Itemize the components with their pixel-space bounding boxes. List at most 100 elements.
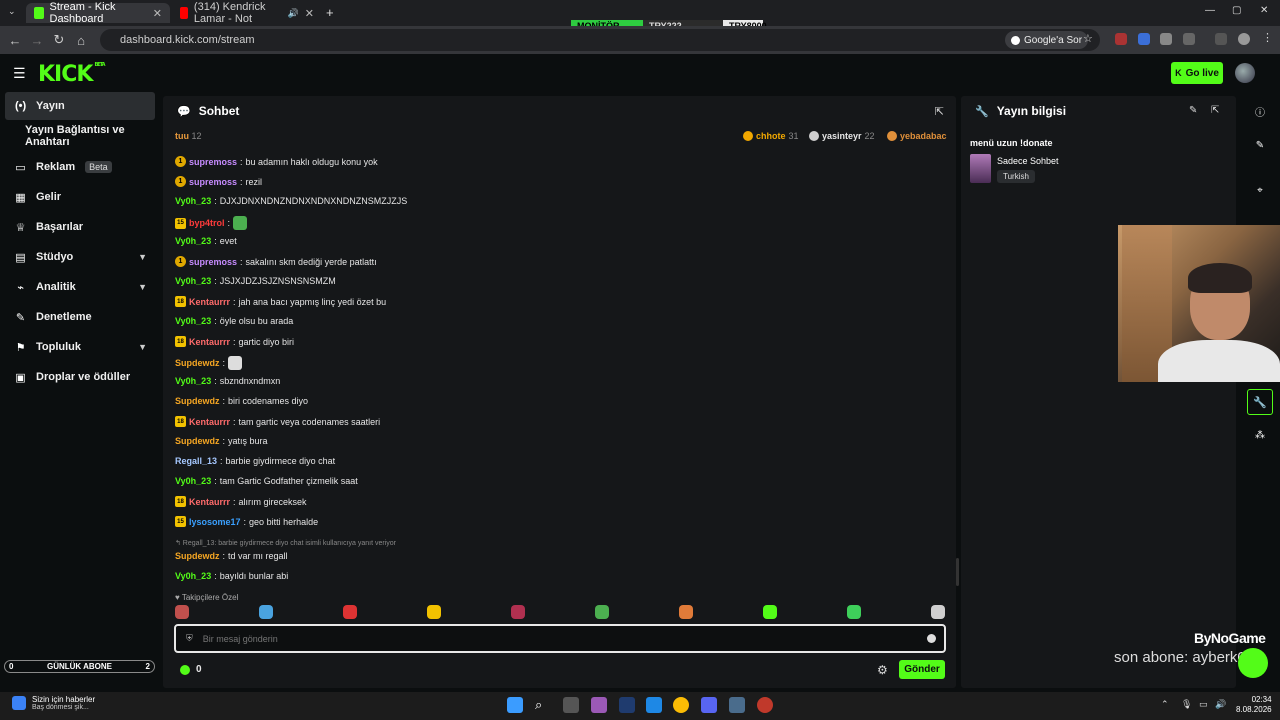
news-widget[interactable]: Sizin için haberler Baş dönmesi şik... xyxy=(12,695,95,711)
sidebar-item-topluluk[interactable]: ⚑ Topluluk ▼ xyxy=(5,333,155,361)
close-window-icon[interactable]: ✕ xyxy=(1260,5,1268,16)
chat-message[interactable]: Vy0h_23: DJXJDNXNDNZNDNXNDNXNDNZNSMZJZJS xyxy=(175,196,407,206)
chat-username[interactable]: Kentaurrr xyxy=(189,297,230,307)
task-view-icon[interactable] xyxy=(563,697,579,713)
edit-icon[interactable]: ✎ xyxy=(1189,105,1197,116)
chat-username[interactable]: lysosome17 xyxy=(189,517,241,527)
close-tab-icon[interactable]: ✕ xyxy=(305,7,314,20)
chat-message[interactable]: Vy0h_23: tam Gartic Godfather çizmelik sa… xyxy=(175,476,358,486)
puzzle-extension-icon[interactable] xyxy=(1183,33,1195,45)
chat-input-box[interactable]: ⛨ xyxy=(174,624,946,653)
maximize-icon[interactable]: ▢ xyxy=(1232,5,1241,16)
network-icon[interactable]: ▭ xyxy=(1199,699,1208,710)
chat-username[interactable]: Vy0h_23 xyxy=(175,196,211,206)
edge-icon[interactable] xyxy=(646,697,662,713)
emote-icon[interactable] xyxy=(511,605,525,619)
emote-icon[interactable] xyxy=(931,605,945,619)
volume-icon[interactable]: 🔊 xyxy=(1215,699,1226,710)
sidebar-item-studyo[interactable]: ▤ Stüdyo ▼ xyxy=(5,243,155,271)
tab-youtube[interactable]: (314) Kendrick Lamar - Not 🔊 ✕ xyxy=(172,1,322,25)
chrome-icon[interactable] xyxy=(673,697,689,713)
google-ask-button[interactable]: Google'a Sor xyxy=(1005,31,1089,49)
chat-username[interactable]: supremoss xyxy=(189,177,237,187)
chat-username[interactable]: Supdewdz xyxy=(175,551,220,561)
chat-message[interactable]: 18 Kentaurrr: alırım gireceksek xyxy=(175,496,307,507)
chat-message[interactable]: Vy0h_23: bayıldı bunlar abi xyxy=(175,571,288,581)
extension-icon[interactable] xyxy=(1138,33,1150,45)
profile-icon[interactable] xyxy=(1238,33,1250,45)
url-field[interactable]: dashboard.kick.com/stream xyxy=(100,29,1100,51)
chat-message[interactable]: Vy0h_23: sbzndnxndmxn xyxy=(175,376,280,386)
popout-icon[interactable]: ⇱ xyxy=(935,105,944,118)
top-bar-user[interactable]: tuu 12 xyxy=(175,131,202,141)
go-live-button[interactable]: K Go live xyxy=(1171,62,1223,84)
chat-message[interactable]: 15 lysosome17: geo bitti herhalde xyxy=(175,516,318,527)
chat-message[interactable]: Supdewdz: td var mı regall xyxy=(175,551,288,561)
chat-username[interactable]: Kentaurrr xyxy=(189,337,230,347)
app-icon[interactable] xyxy=(729,697,745,713)
photoshop-icon[interactable] xyxy=(619,697,635,713)
emote-icon[interactable] xyxy=(763,605,777,619)
chat-message[interactable]: 1 supremoss: bu adamın haklı oldugu konu y… xyxy=(175,156,378,167)
top-gifter-1[interactable]: chhote 31 xyxy=(743,131,799,141)
emote-icon[interactable] xyxy=(595,605,609,619)
emote-icon[interactable] xyxy=(259,605,273,619)
chat-settings-icon[interactable]: ⚙ xyxy=(877,663,888,677)
chat-message-input[interactable] xyxy=(202,633,903,644)
chat-username[interactable]: Vy0h_23 xyxy=(175,476,211,486)
taskbar-clock[interactable]: 02:34 8.08.2026 xyxy=(1236,695,1272,715)
emote-icon[interactable] xyxy=(427,605,441,619)
send-button[interactable]: Gönder xyxy=(899,660,945,679)
forward-icon[interactable]: → xyxy=(26,33,48,48)
emote-icon[interactable] xyxy=(679,605,693,619)
user-avatar[interactable] xyxy=(1235,63,1255,83)
chat-username[interactable]: Kentaurrr xyxy=(189,417,230,427)
chat-message[interactable]: Supdewdz: biri codenames diyo xyxy=(175,396,308,406)
chat-username[interactable]: supremoss xyxy=(189,257,237,267)
community-icon[interactable]: ⁂ xyxy=(1253,430,1267,444)
chat-message[interactable]: 1 supremoss: rezil xyxy=(175,176,262,187)
tab-search-icon[interactable] xyxy=(1215,33,1227,45)
focus-icon[interactable]: ⌖ xyxy=(1253,185,1267,199)
popout-icon[interactable]: ⇱ xyxy=(1211,105,1219,116)
sidebar-item-yayin[interactable]: (•) Yayın xyxy=(5,92,155,120)
chat-username[interactable]: Vy0h_23 xyxy=(175,236,211,246)
new-tab-icon[interactable]: + xyxy=(326,5,334,20)
chat-username[interactable]: Regall_13 xyxy=(175,456,217,466)
windows-start-icon[interactable] xyxy=(507,697,523,713)
chat-username[interactable]: Supdewdz xyxy=(175,396,220,406)
chat-message[interactable]: Supdewdz: xyxy=(175,356,243,370)
chat-username[interactable]: Vy0h_23 xyxy=(175,316,211,326)
emote-icon[interactable] xyxy=(175,605,189,619)
moderation-tool-button[interactable]: 🔧 xyxy=(1247,389,1273,415)
category-thumbnail[interactable] xyxy=(970,154,991,183)
chat-username[interactable]: Kentaurrr xyxy=(189,497,230,507)
chat-username[interactable]: Vy0h_23 xyxy=(175,376,211,386)
chat-message[interactable]: 15 byp4trol: xyxy=(175,216,248,230)
pencil-icon[interactable]: ✎ xyxy=(1253,140,1267,154)
back-icon[interactable]: ← xyxy=(4,33,26,48)
tray-chevron-icon[interactable]: ⌃ xyxy=(1161,699,1169,710)
chat-username[interactable]: Supdewdz xyxy=(175,358,220,368)
chat-username[interactable]: supremoss xyxy=(189,157,237,167)
sidebar-item-basarilar[interactable]: ♕ Başarılar xyxy=(5,213,155,241)
sidebar-item-gelir[interactable]: ▦ Gelir xyxy=(5,183,155,211)
kick-logo[interactable]: KICK BETA xyxy=(38,62,106,87)
chat-message[interactable]: Vy0h_23: JSJXJDZJSJZNSNSNSMZM xyxy=(175,276,336,286)
copilot-icon[interactable] xyxy=(591,697,607,713)
search-icon[interactable]: ⌕ xyxy=(535,697,551,713)
chat-message[interactable]: 18 Kentaurrr: gartic diyo biri xyxy=(175,336,294,347)
category-name[interactable]: Sadece Sohbet xyxy=(997,156,1059,166)
microphone-icon[interactable]: 🎙 xyxy=(1181,699,1192,710)
info-icon[interactable]: ⓘ xyxy=(1253,104,1267,119)
reload-icon[interactable]: ↻ xyxy=(48,32,70,48)
top-gifter-2[interactable]: yasinteyr 22 xyxy=(809,131,875,141)
sidebar-item-analitik[interactable]: ⌁ Analitik ▼ xyxy=(5,273,155,301)
chat-message[interactable]: Vy0h_23: evet xyxy=(175,236,237,246)
close-tab-icon[interactable]: ✕ xyxy=(153,7,162,20)
chat-message[interactable]: Supdewdz: yatış bura xyxy=(175,436,268,446)
browser-menu-icon[interactable]: ⋮ xyxy=(1262,31,1274,44)
tab-list-chevron-icon[interactable]: ⌄ xyxy=(8,6,16,17)
chat-username[interactable]: Vy0h_23 xyxy=(175,276,211,286)
home-icon[interactable]: ⌂ xyxy=(70,33,92,48)
